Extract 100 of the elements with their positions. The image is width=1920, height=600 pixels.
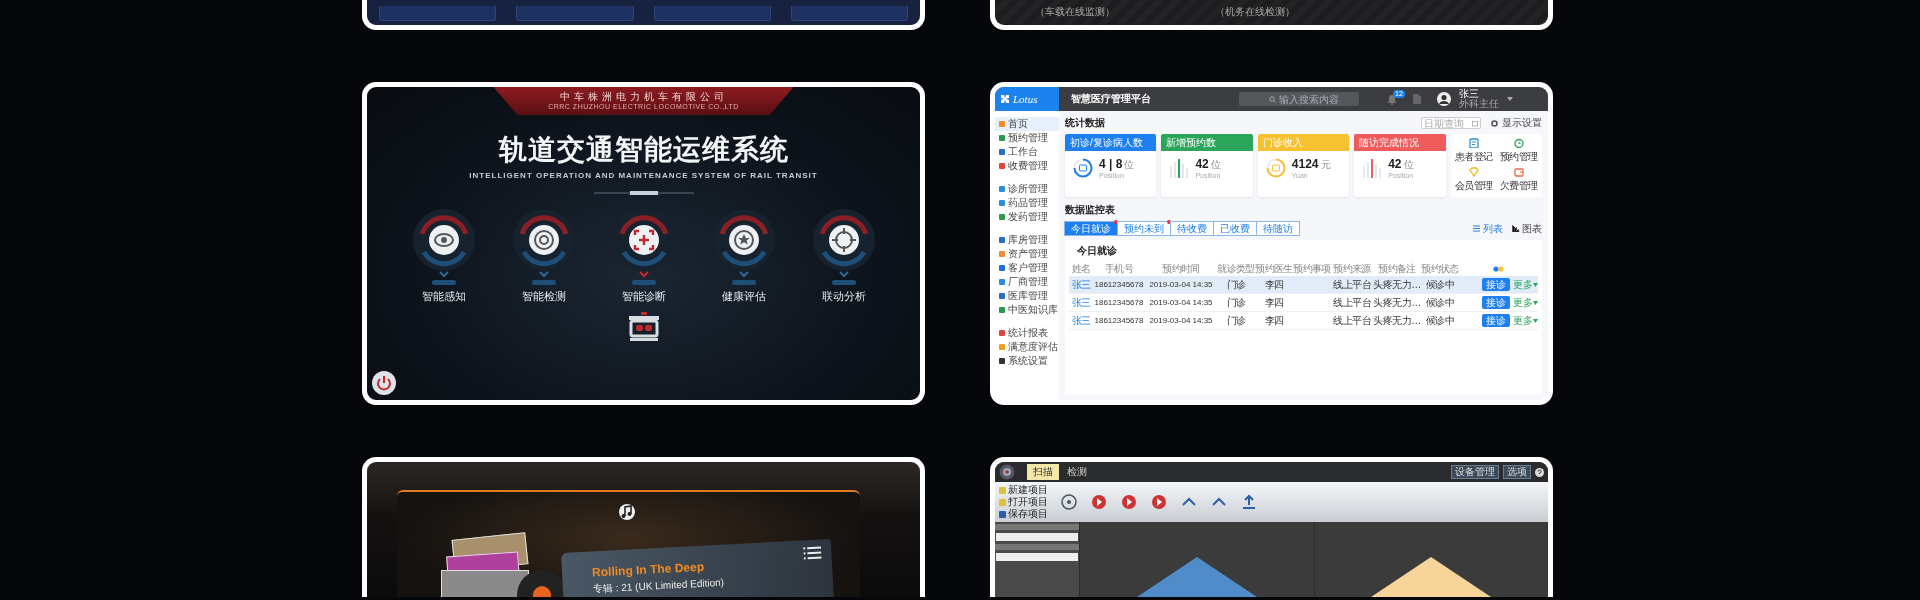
caret-icon xyxy=(1533,300,1538,305)
module-dial-icon[interactable] xyxy=(811,208,876,286)
sidebar-item[interactable]: 药品管理 xyxy=(995,196,1059,210)
sidebar-item[interactable]: 库房管理 xyxy=(995,233,1059,247)
quick-link[interactable]: 会员管理 xyxy=(1452,167,1495,193)
bell-icon[interactable] xyxy=(1387,93,1397,105)
ribbon-tab[interactable]: 检测 xyxy=(1061,464,1093,480)
menu-label: 统计报表 xyxy=(1008,326,1048,340)
upload-icon[interactable] xyxy=(1240,493,1258,511)
stat-value: 42 xyxy=(1195,157,1209,171)
stat-card-title: 门诊收入 xyxy=(1257,134,1350,151)
bar-graph-icon xyxy=(1362,158,1383,178)
dropdown-field[interactable] xyxy=(996,553,1078,561)
toolbar-button[interactable]: 选项 xyxy=(1503,465,1531,479)
user-role: 外科主任 xyxy=(1459,99,1499,109)
table-cell-text: 2019-03-04 14:35 xyxy=(1148,316,1214,325)
quick-link[interactable]: 预约管理 xyxy=(1497,138,1540,164)
sidebar-item[interactable]: 医库管理 xyxy=(995,289,1059,303)
sidebar-item[interactable]: 厂商管理 xyxy=(995,275,1059,289)
table-cell-text: 门诊 xyxy=(1225,277,1247,292)
table-cell: 头疼无力… xyxy=(1373,277,1421,292)
sidebar-item[interactable]: 诊所管理 xyxy=(995,182,1059,196)
quick-link[interactable]: 欠费管理 xyxy=(1497,167,1540,193)
view-toggle[interactable]: 列表 xyxy=(1473,221,1503,236)
stat-value: 4124 xyxy=(1291,157,1319,171)
menu-label: 发药管理 xyxy=(1008,210,1048,224)
sidebar-item[interactable]: 预约管理 xyxy=(995,131,1059,145)
play-icon[interactable] xyxy=(1120,493,1138,511)
sidebar-item[interactable]: 客户管理 xyxy=(995,261,1059,275)
accept-button[interactable]: 接诊 xyxy=(1482,278,1510,291)
logo-icon xyxy=(1000,94,1010,104)
table-cell-text: 候诊中 xyxy=(1424,313,1456,328)
stat-unit: 位 xyxy=(1210,158,1221,172)
menu-icon[interactable] xyxy=(803,545,822,561)
tab[interactable]: 已收费 xyxy=(1213,221,1257,236)
tab[interactable]: 待收费 xyxy=(1170,221,1214,236)
sidebar-item[interactable]: 统计报表 xyxy=(995,326,1059,340)
patient-name-link[interactable]: 张三 xyxy=(1069,295,1093,310)
display-settings-link[interactable]: 显示设置 xyxy=(1502,116,1542,130)
sidebar-item[interactable]: 中医知识库 xyxy=(995,303,1059,317)
menu-label: 满意度评估 xyxy=(1008,340,1058,354)
tab[interactable]: 今日就诊 xyxy=(1064,221,1118,236)
stat-card-title: 初诊/复诊病人数 xyxy=(1065,134,1157,151)
power-icon[interactable] xyxy=(371,370,397,396)
menu-label: 资产管理 xyxy=(1008,247,1048,261)
chart-icon xyxy=(1512,225,1520,232)
app-logo-icon xyxy=(999,464,1015,480)
table-row[interactable]: 张三 18612345678 2019-03-04 14:35 门诊 李四 线上平台 头疼无力… 候诊中 接诊 更多 xyxy=(1069,276,1538,294)
caret-icon xyxy=(1533,318,1538,323)
module-dial-icon[interactable] xyxy=(411,208,476,286)
ribbon-button[interactable]: 新建项目 xyxy=(999,484,1048,496)
ribbon-tab[interactable]: 扫描 xyxy=(1027,464,1059,480)
user-name: 张三 xyxy=(1459,89,1479,99)
section-title: 数据监控表 xyxy=(1065,203,1116,217)
shortcut-label: 患者登记 xyxy=(1454,150,1493,164)
sidebar-item[interactable]: 满意度评估 xyxy=(995,340,1059,354)
table-cell-text: 李四 xyxy=(1263,295,1285,310)
tab[interactable]: 预约未到 xyxy=(1117,221,1171,236)
menu-label: 厂商管理 xyxy=(1008,275,1048,289)
tab[interactable]: 待随访 xyxy=(1256,221,1300,236)
caret-icon[interactable] xyxy=(1507,97,1513,101)
sidebar-item[interactable]: 首页 xyxy=(995,117,1059,131)
sidebar-item[interactable]: 系统设置 xyxy=(995,354,1059,368)
ring-chart-icon xyxy=(1265,158,1286,178)
date-field[interactable]: 日期查询 xyxy=(1421,117,1481,129)
table-row[interactable]: 张三 18612345678 2019-03-04 14:35 门诊 李四 线上平台 头疼无力… 候诊中 接诊 更多 xyxy=(1069,294,1538,312)
app-title: 智慧医疗管理平台 xyxy=(1071,92,1151,106)
column-header: 预约事项 xyxy=(1293,262,1331,276)
logo-text: Lotus xyxy=(1013,93,1038,105)
system-subtitle: INTELLIGENT OPERATION AND MAINTENANCE SYSTEM OF RAIL TRANSIT xyxy=(469,171,818,180)
caret-icon xyxy=(1533,282,1538,287)
help-icon[interactable] xyxy=(1535,467,1544,477)
module-label: 健康评估 xyxy=(721,289,766,304)
patient-name-link[interactable]: 张三 xyxy=(1069,313,1093,328)
search-field[interactable]: 输入搜索内容 xyxy=(1239,92,1359,106)
toolbar-button[interactable]: 设备管理 xyxy=(1451,465,1499,479)
sidebar-item[interactable]: 发药管理 xyxy=(995,210,1059,224)
view-toggle[interactable]: 图表 xyxy=(1512,221,1542,236)
train-icon xyxy=(626,312,661,344)
menu-label: 收费管理 xyxy=(1008,159,1048,173)
dropdown-field[interactable] xyxy=(996,533,1078,541)
calendar-icon xyxy=(1472,119,1478,127)
sidebar-item[interactable]: 收费管理 xyxy=(995,159,1059,173)
shortcut-label: 欠费管理 xyxy=(1499,179,1538,193)
sidebar-item[interactable]: 工作台 xyxy=(995,145,1059,159)
accept-button[interactable]: 接诊 xyxy=(1482,296,1510,309)
play-icon[interactable] xyxy=(1090,493,1108,511)
menu-label: 客户管理 xyxy=(1008,261,1048,275)
accept-button[interactable]: 接诊 xyxy=(1482,314,1510,327)
table-row[interactable]: 张三 18612345678 2019-03-04 14:35 门诊 李四 线上平台 头疼无力… 候诊中 接诊 更多 xyxy=(1069,312,1538,330)
ribbon-button[interactable]: 打开项目 xyxy=(999,496,1048,508)
quick-link[interactable]: 患者登记 xyxy=(1452,138,1495,164)
caption-text: （机务在线检测） xyxy=(1215,5,1295,19)
table-cell-text: 候诊中 xyxy=(1424,277,1456,292)
table-cell: 18612345678 xyxy=(1093,316,1145,325)
sidebar-item[interactable]: 资产管理 xyxy=(995,247,1059,261)
table-cell-text: 门诊 xyxy=(1225,313,1247,328)
ribbon-button[interactable]: 保存项目 xyxy=(999,508,1048,520)
play-icon[interactable] xyxy=(1150,493,1168,511)
crosshair-icon[interactable] xyxy=(1060,493,1078,511)
